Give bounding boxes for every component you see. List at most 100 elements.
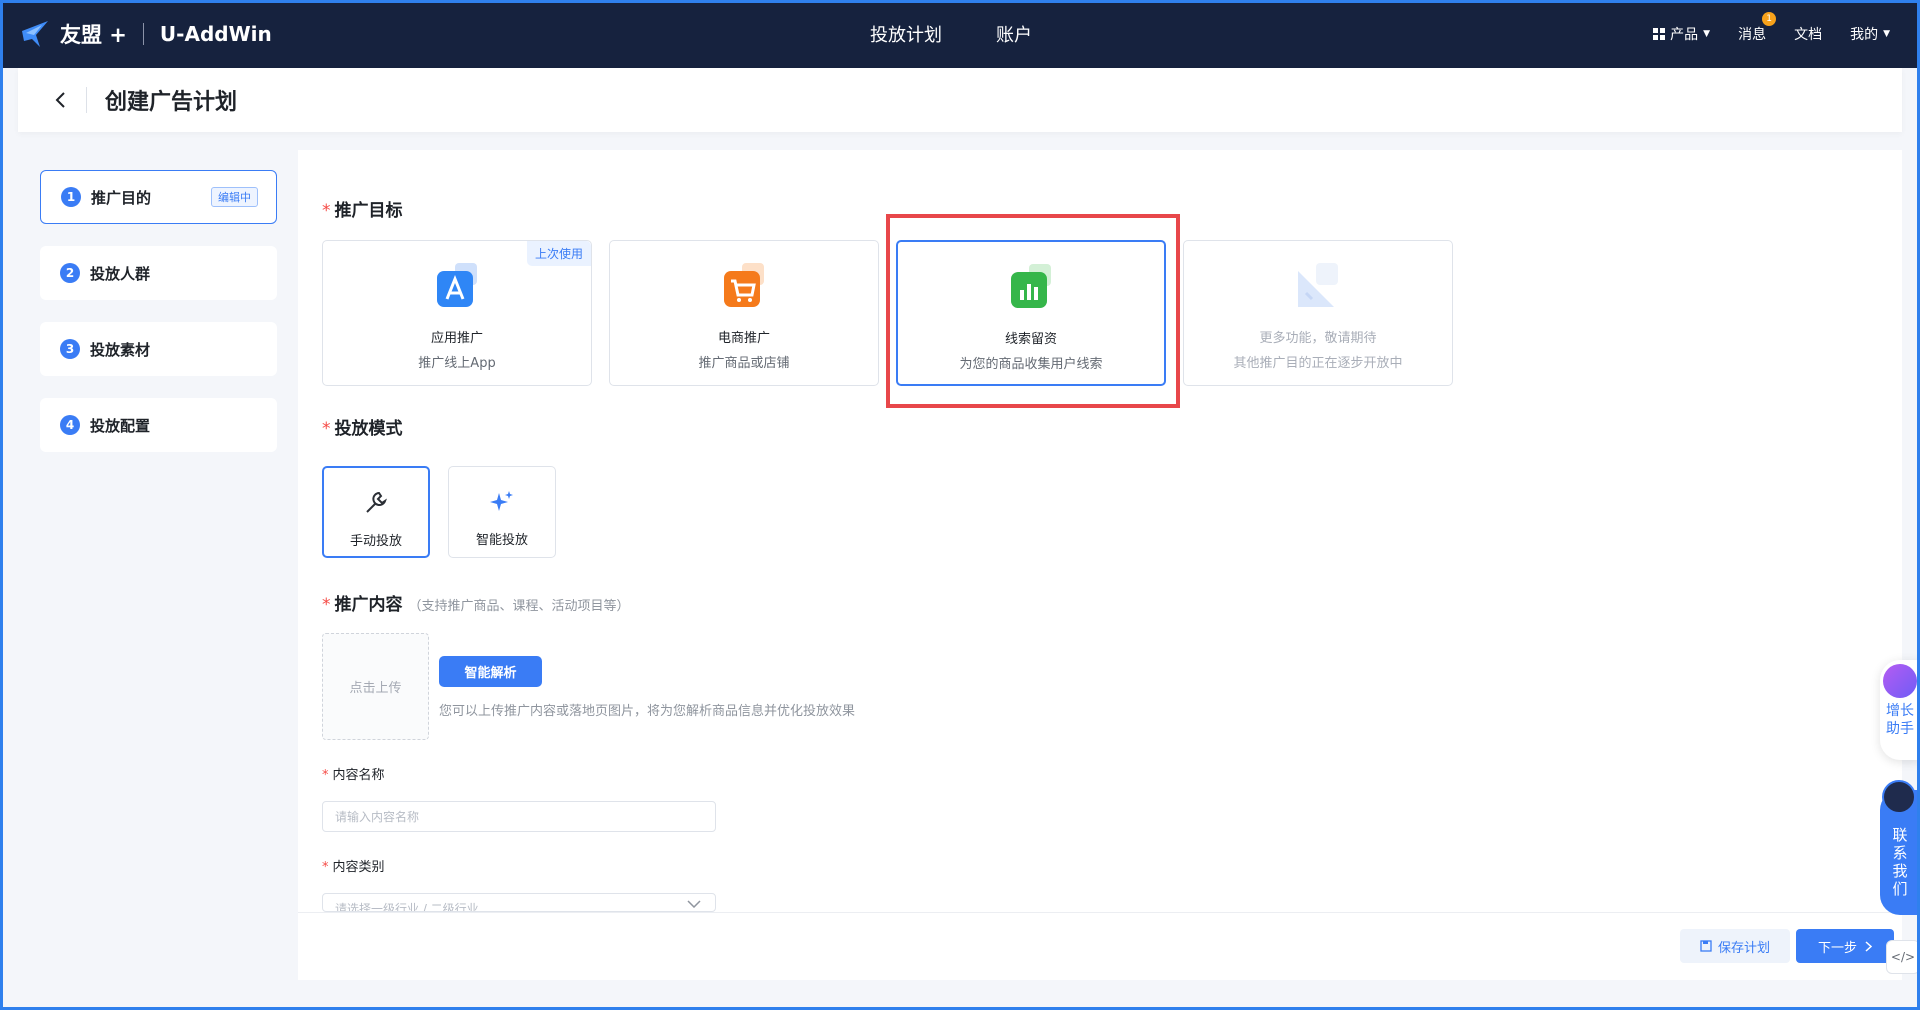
- mine-label: 我的: [1850, 27, 1879, 43]
- growth-assistant-label: 增长助手: [1886, 703, 1914, 737]
- products-menu[interactable]: 产品 ▼: [1653, 24, 1710, 44]
- required-mark: *: [322, 595, 331, 615]
- content-section-title: * 推广内容 （支持推广商品、课程、活动项目等）: [322, 590, 630, 615]
- shopping-cart-icon: [724, 263, 764, 307]
- step-material[interactable]: 3 投放素材: [40, 322, 277, 376]
- step-config[interactable]: 4 投放配置: [40, 398, 277, 452]
- nav-plan[interactable]: 投放计划: [870, 21, 942, 47]
- required-mark: *: [322, 860, 329, 875]
- goal-desc: 其他推广目的正在逐步开放中: [1233, 356, 1403, 371]
- brand-divider: [142, 23, 144, 45]
- goal-desc: 为您的商品收集用户线索: [959, 357, 1103, 372]
- brand-name: 友盟 +: [60, 23, 127, 47]
- grid-icon: [1653, 28, 1666, 40]
- back-button[interactable]: [40, 80, 80, 120]
- step-label: 投放素材: [90, 340, 151, 359]
- editing-badge: 编辑中: [211, 187, 258, 207]
- save-icon: [1700, 940, 1712, 952]
- messages-label: 消息: [1738, 27, 1767, 43]
- top-navigation-bar: 友盟 + U-AddWin 投放计划 账户 产品 ▼ 消息 1 文档 我的 ▼: [0, 0, 1920, 68]
- mode-label: 手动投放: [349, 534, 402, 549]
- goal-desc: 推广线上App: [418, 356, 496, 371]
- messages-badge: 1: [1762, 12, 1777, 26]
- mode-manual[interactable]: 手动投放: [322, 466, 430, 558]
- goal-app-promotion[interactable]: 上次使用 应用推广 推广线上App: [322, 240, 592, 386]
- step-label: 推广目的: [91, 188, 152, 207]
- goal-name: 电商推广: [717, 331, 770, 346]
- step-audience[interactable]: 2 投放人群: [40, 246, 277, 300]
- growth-assistant-widget[interactable]: 增长助手: [1880, 660, 1920, 760]
- parse-tip: 您可以上传推广内容或落地页图片，将为您解析商品信息并优化投放效果: [439, 704, 856, 719]
- rocket-icon: [1883, 664, 1917, 698]
- goal-leads-collection[interactable]: 线索留资 为您的商品收集用户线索: [896, 240, 1166, 386]
- chevron-right-icon: [1865, 940, 1872, 952]
- robot-avatar-icon: [1882, 780, 1916, 814]
- main-form-panel: * 推广目标 上次使用 应用推广 推广线上App 电商推广 推广商品或店铺 线索留…: [298, 150, 1902, 980]
- upload-dropzone[interactable]: 点击上传: [322, 633, 429, 740]
- main-nav: 投放计划 账户: [870, 0, 1032, 68]
- docs-label: 文档: [1794, 27, 1823, 43]
- bird-logo-icon: [22, 21, 48, 47]
- goal-name: 线索留资: [1004, 332, 1057, 347]
- mode-label: 智能投放: [475, 533, 528, 548]
- caret-down-icon: ▼: [1703, 29, 1711, 39]
- mine-menu[interactable]: 我的 ▼: [1850, 24, 1890, 44]
- product-name: U-AddWin: [159, 22, 272, 46]
- save-plan-label: 保存计划: [1717, 940, 1770, 956]
- content-category-label: * 内容类别: [322, 856, 385, 875]
- messages-link[interactable]: 消息 1: [1738, 12, 1777, 44]
- step-number: 3: [60, 339, 80, 359]
- upload-label: 点击上传: [349, 681, 402, 696]
- chevron-down-icon: [687, 900, 701, 908]
- content-category-placeholder: 请选择一级行业 / 二级行业: [335, 902, 479, 912]
- wrench-icon: [366, 491, 387, 513]
- save-plan-button[interactable]: 保存计划: [1680, 929, 1790, 963]
- mode-smart[interactable]: 智能投放: [448, 466, 556, 558]
- contact-us-label: 联系我们: [1892, 826, 1908, 898]
- chevron-left-icon: [55, 92, 65, 108]
- content-name-label-text: 内容名称: [332, 768, 385, 783]
- content-name-input[interactable]: 请输入内容名称: [322, 801, 716, 832]
- required-mark: *: [322, 768, 329, 783]
- app-store-icon: [437, 263, 477, 307]
- page-title: 创建广告计划: [105, 90, 238, 115]
- goal-name: 更多功能，敬请期待: [1259, 331, 1377, 346]
- content-name-placeholder: 请输入内容名称: [335, 810, 420, 824]
- products-label: 产品: [1670, 27, 1699, 43]
- required-mark: *: [322, 419, 331, 439]
- header-divider: [86, 87, 87, 113]
- content-name-label: * 内容名称: [322, 764, 385, 783]
- goal-section-title: * 推广目标: [322, 196, 403, 221]
- content-category-label-text: 内容类别: [332, 860, 385, 875]
- step-label: 投放配置: [90, 416, 151, 435]
- caret-down-icon: ▼: [1883, 29, 1890, 39]
- goal-ecommerce-promotion[interactable]: 电商推广 推广商品或店铺: [609, 240, 879, 386]
- more-features-icon: [1298, 263, 1338, 307]
- brand[interactable]: 友盟 + U-AddWin: [18, 17, 272, 51]
- sparkle-icon: [490, 491, 513, 511]
- content-section-hint: （支持推广商品、课程、活动项目等）: [408, 599, 630, 614]
- mode-section-label: 投放模式: [334, 419, 403, 439]
- form-footer: 保存计划 下一步: [298, 912, 1902, 980]
- page-header: 创建广告计划: [18, 68, 1902, 132]
- step-label: 投放人群: [90, 264, 151, 283]
- smart-parse-button[interactable]: 智能解析: [439, 656, 542, 687]
- goal-name: 应用推广: [430, 331, 483, 346]
- step-goal[interactable]: 1 推广目的 编辑中: [40, 170, 277, 224]
- mode-section-title: * 投放模式: [322, 414, 403, 439]
- last-used-tag: 上次使用: [526, 241, 591, 266]
- goal-section-label: 推广目标: [334, 201, 403, 221]
- code-icon[interactable]: </>: [1886, 940, 1920, 974]
- step-number: 4: [60, 415, 80, 435]
- content-category-select[interactable]: 请选择一级行业 / 二级行业: [322, 893, 716, 912]
- next-step-button[interactable]: 下一步: [1796, 929, 1894, 963]
- step-list: 1 推广目的 编辑中 2 投放人群 3 投放素材 4 投放配置: [40, 170, 277, 474]
- leads-chart-icon: [1011, 264, 1051, 308]
- step-number: 1: [61, 187, 81, 207]
- nav-account[interactable]: 账户: [996, 21, 1032, 47]
- goal-more-features: 更多功能，敬请期待 其他推广目的正在逐步开放中: [1183, 240, 1453, 386]
- user-nav: 产品 ▼ 消息 1 文档 我的 ▼: [1653, 0, 1890, 68]
- next-step-label: 下一步: [1817, 940, 1857, 956]
- content-section-label: 推广内容: [334, 595, 403, 615]
- docs-link[interactable]: 文档: [1794, 24, 1822, 44]
